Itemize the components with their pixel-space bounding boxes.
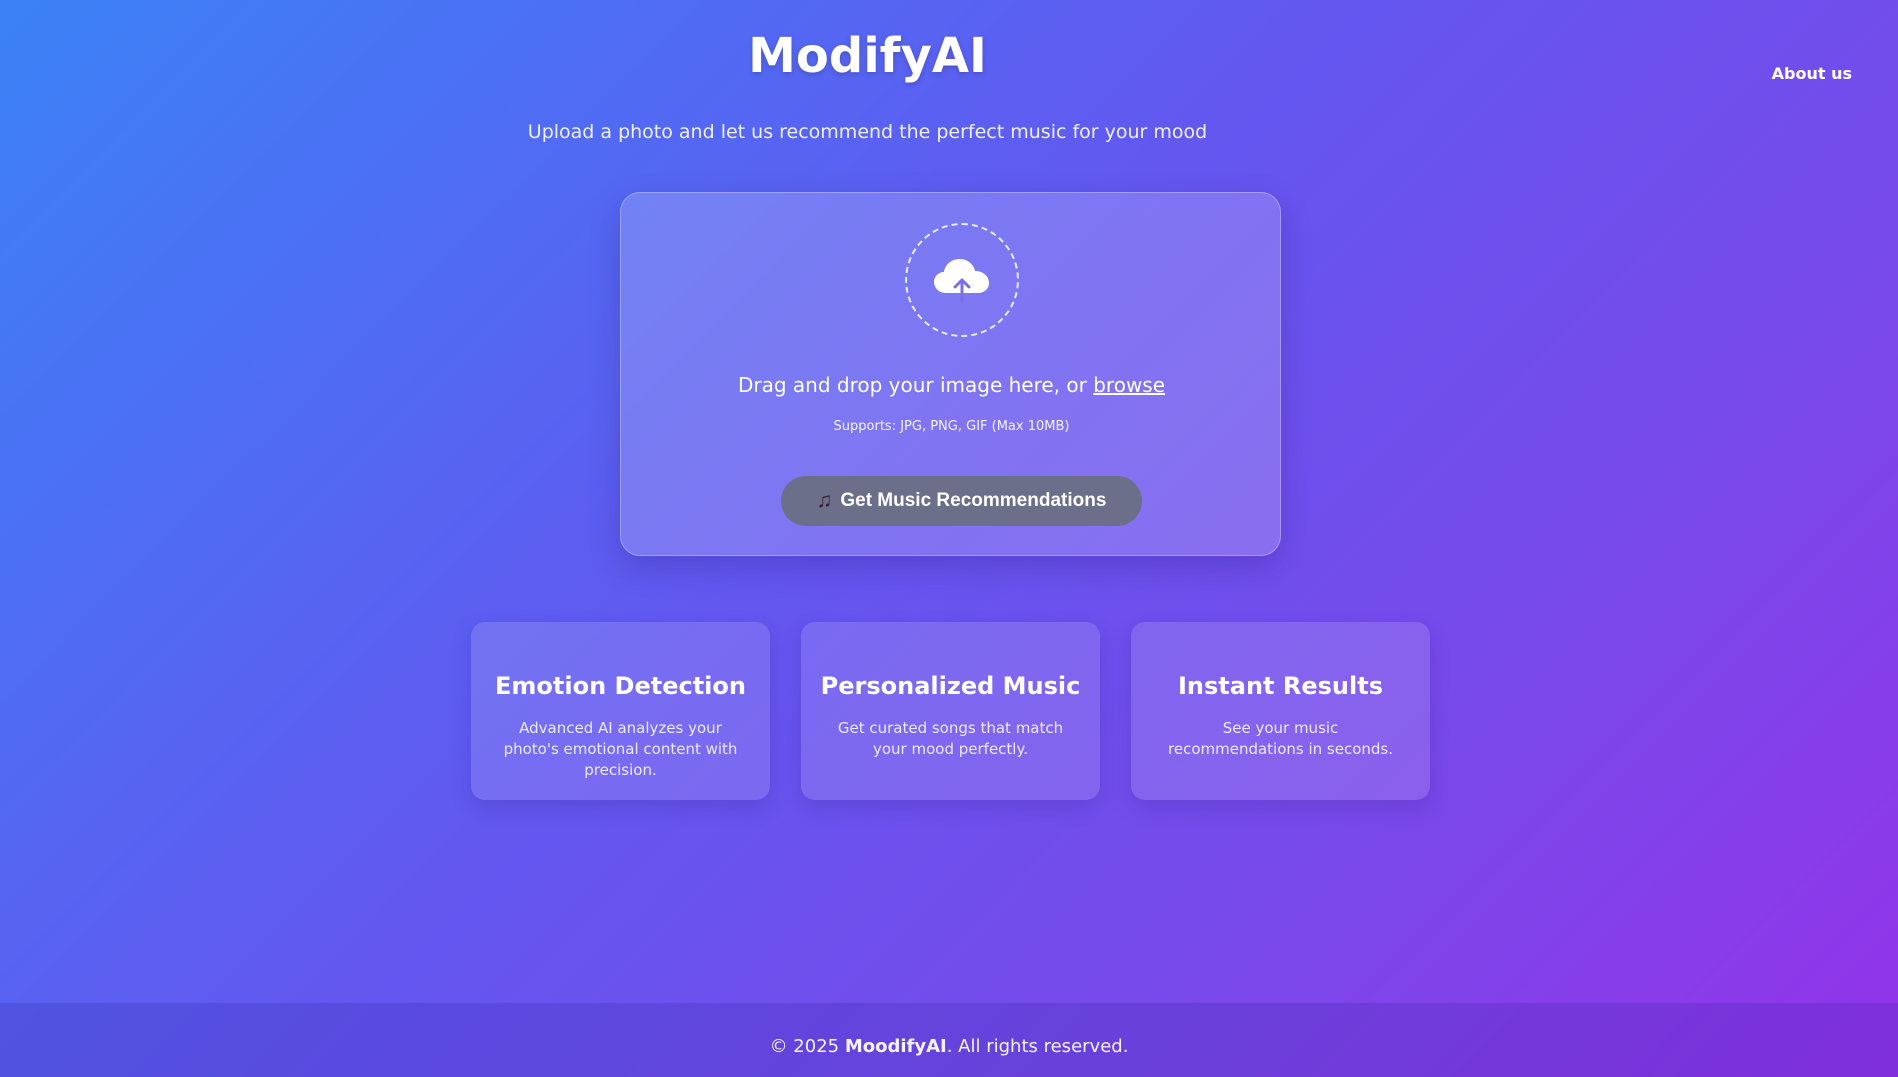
drop-instructions: Drag and drop your image here, or browse	[621, 373, 1282, 397]
browse-link[interactable]: browse	[1093, 373, 1165, 397]
feature-card-emotion-detection: Emotion Detection Advanced AI analyzes y…	[471, 622, 770, 800]
feature-title: Personalized Music	[820, 672, 1081, 700]
music-note-icon: ♫	[816, 489, 833, 512]
get-recommendations-label: Get Music Recommendations	[840, 490, 1107, 511]
copyright-text: © 2025 MoodifyAI. All rights reserved.	[0, 1036, 1898, 1057]
about-us-link[interactable]: About us	[1772, 64, 1852, 83]
upload-dropzone[interactable]: Drag and drop your image here, or browse…	[620, 192, 1281, 556]
feature-description: Advanced AI analyzes your photo's emotio…	[503, 719, 738, 779]
footer-brand: MoodifyAI	[844, 1036, 947, 1057]
get-recommendations-button[interactable]: ♫ Get Music Recommendations	[781, 476, 1142, 526]
feature-title: Instant Results	[1178, 672, 1383, 700]
cloud-upload-icon	[934, 259, 989, 304]
footer: © 2025 MoodifyAI. All rights reserved.	[0, 1003, 1898, 1077]
feature-title: Emotion Detection	[495, 672, 746, 700]
feature-card-personalized-music: Personalized Music Get curated songs tha…	[801, 622, 1100, 800]
feature-card-instant-results: Instant Results See your music recommend…	[1131, 622, 1430, 800]
supported-formats-text: Supports: JPG, PNG, GIF (Max 10MB)	[833, 419, 1070, 434]
copyright-suffix: . All rights reserved.	[946, 1036, 1129, 1057]
feature-description: Get curated songs that match your mood p…	[837, 719, 1064, 758]
feature-description: See your music recommendations in second…	[1168, 719, 1393, 758]
page-subtitle: Upload a photo and let us recommend the …	[527, 121, 1208, 143]
upload-icon-circle[interactable]	[905, 223, 1019, 337]
drop-instructions-text: Drag and drop your image here, or	[737, 373, 1087, 397]
app-title: ModifyAI	[748, 28, 987, 84]
copyright-prefix: © 2025	[769, 1036, 840, 1057]
